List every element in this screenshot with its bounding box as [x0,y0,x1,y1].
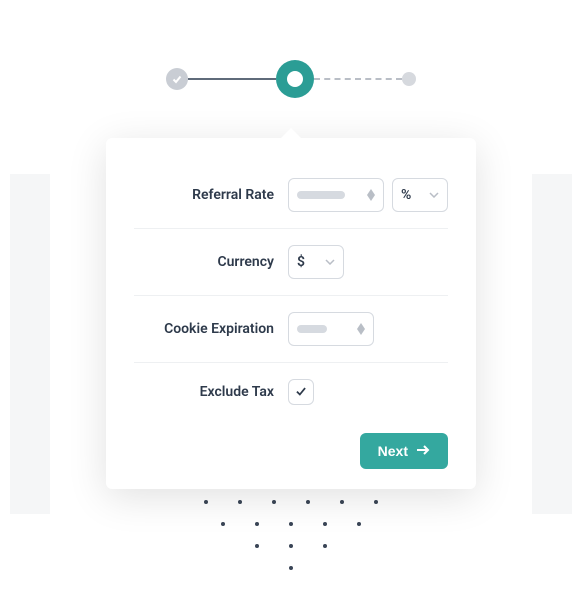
card-footer: Next [134,421,448,469]
background-panel-right [532,174,572,514]
unit-value: % [401,187,411,203]
cookie-expiration-label: Cookie Expiration [134,320,274,338]
step-2-current [276,60,314,98]
step-3-future [402,72,416,86]
decorative-dot-grid [204,482,378,570]
check-icon [171,70,183,89]
cookie-expiration-input[interactable] [288,312,374,346]
arrow-right-icon [416,443,430,459]
progress-stepper [0,0,582,138]
chevron-down-icon [325,259,335,265]
referral-rate-unit-select[interactable]: % [392,178,448,212]
check-icon [294,383,308,402]
next-button-label: Next [378,443,408,459]
cookie-expiration-row: Cookie Expiration [134,296,448,363]
exclude-tax-row: Exclude Tax [134,363,448,421]
exclude-tax-label: Exclude Tax [134,383,274,401]
referral-rate-row: Referral Rate % [134,178,448,229]
currency-label: Currency [134,253,274,271]
currency-row: Currency $ [134,229,448,296]
chevron-down-icon [429,192,439,198]
currency-select[interactable]: $ [288,245,344,279]
input-placeholder [297,325,327,333]
step-connector-dashed [314,78,402,80]
currency-value: $ [297,254,305,270]
next-button[interactable]: Next [360,433,448,469]
input-placeholder [297,191,345,199]
referral-rate-label: Referral Rate [134,186,274,204]
step-connector-solid [188,78,276,80]
number-stepper-icon[interactable] [357,323,365,335]
exclude-tax-checkbox[interactable] [288,379,314,405]
background-panel-left [10,174,50,514]
number-stepper-icon[interactable] [367,189,375,201]
settings-card: Referral Rate % Currency $ [106,138,476,489]
step-1-completed [166,68,188,90]
referral-rate-input[interactable] [288,178,384,212]
